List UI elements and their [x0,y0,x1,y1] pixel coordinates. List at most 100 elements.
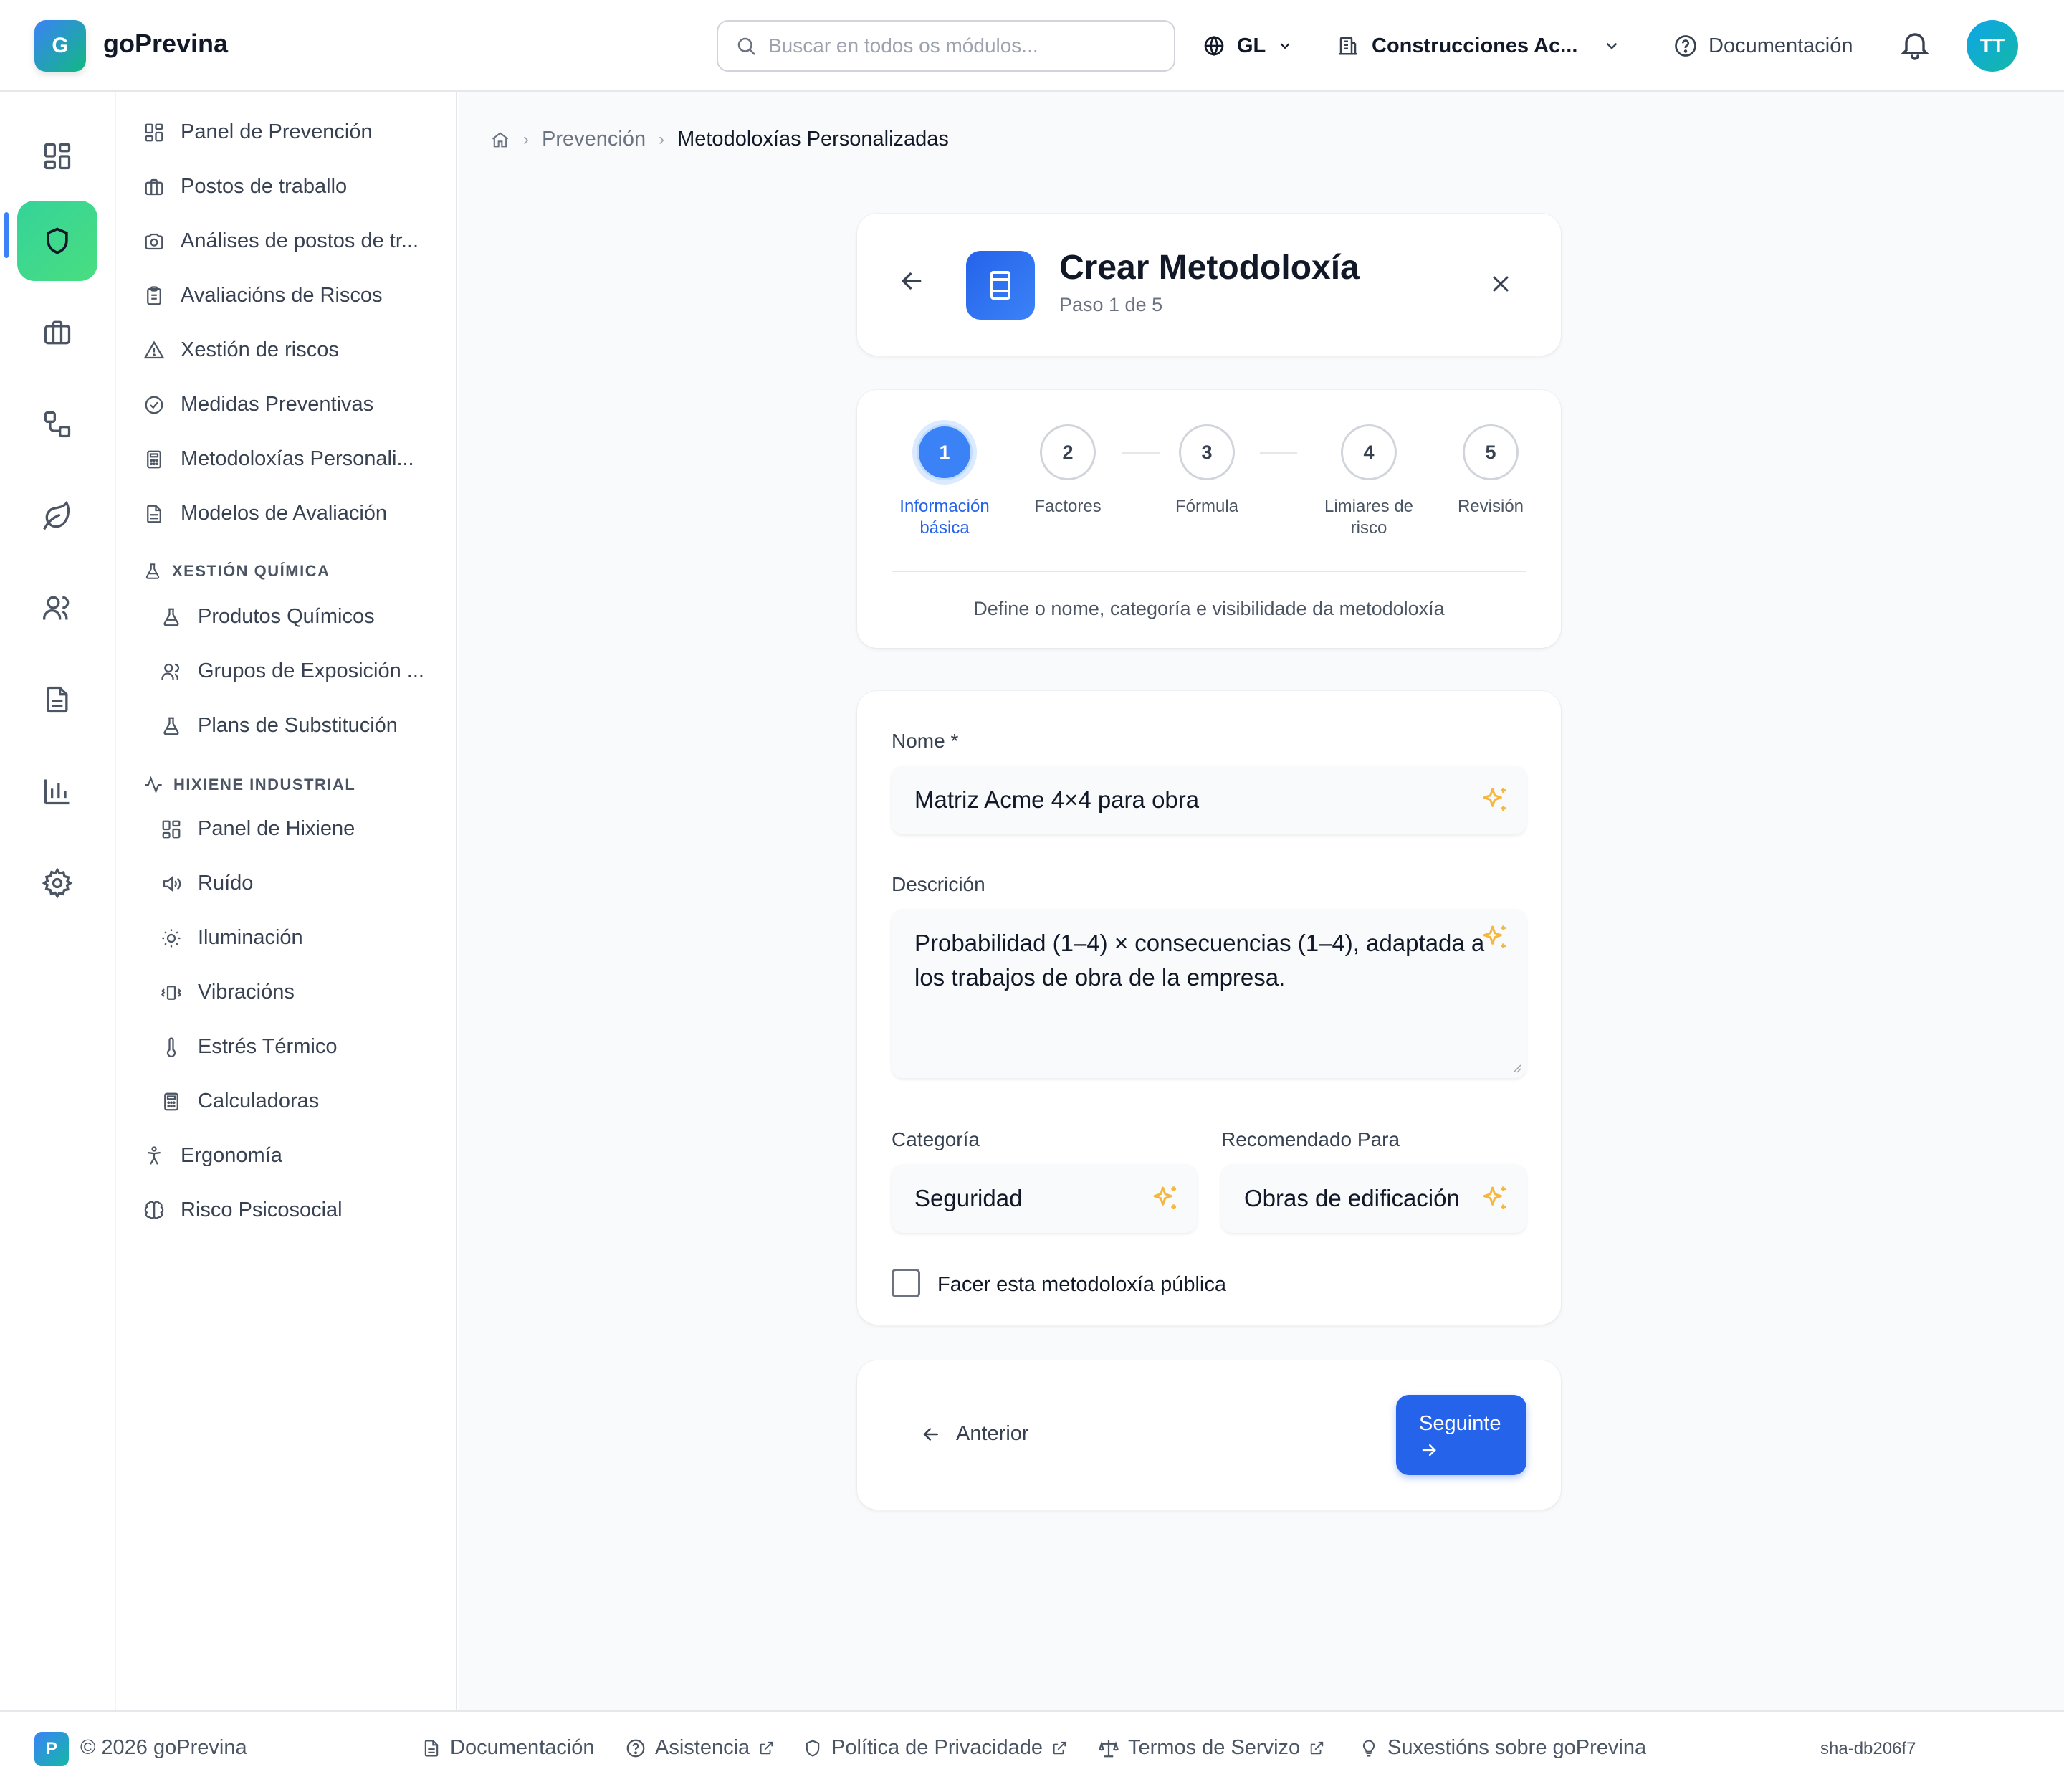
step-2[interactable]: 2 Factores [1003,424,1132,518]
step-3[interactable]: 3 Fórmula [1142,424,1271,518]
sidebar-item-ergonomia[interactable]: Ergonomía [143,1144,282,1168]
sidebar-item-estres-termico[interactable]: Estrés Térmico [161,1035,337,1059]
app-logo[interactable]: G [34,20,86,72]
top-header: G goPrevina GL Construcciones Ac... Docu… [0,0,2064,92]
users-icon [161,663,180,680]
document-icon [424,1739,439,1757]
company-name: Construcciones Ac... [1372,34,1578,57]
rail-workflow[interactable] [17,384,97,464]
sidebar-item-produtos[interactable]: Produtos Químicos [161,605,375,629]
sidebar-item-panel-prevencion[interactable]: Panel de Prevención [143,120,373,144]
footer-link-support[interactable]: Asistencia [625,1736,774,1760]
description-field[interactable]: Probabilidad (1–4) × consecuencias (1–4)… [892,909,1526,1078]
sparkles-icon[interactable] [1151,1184,1180,1213]
speaker-icon [163,875,181,892]
help-circle-icon [626,1739,645,1757]
sidebar-item-plans[interactable]: Plans de Substitución [161,714,398,738]
public-checkbox-label[interactable]: Facer esta metodoloxía pública [937,1273,1226,1297]
rail-environment[interactable] [17,476,97,556]
breadcrumb-link-prevencion[interactable]: Prevención [542,128,646,151]
search-input[interactable] [768,34,1141,57]
previous-button[interactable]: Anterior [920,1422,1029,1446]
resize-handle-icon[interactable] [1511,1062,1522,1074]
sidebar-item-vibracions[interactable]: Vibracións [161,981,295,1004]
section-hixiene-industrial[interactable]: HIXIENE INDUSTRIAL [143,775,355,795]
sidebar-item-postos[interactable]: Postos de traballo [143,175,347,199]
sidebar-item-avaliacions[interactable]: Avaliacións de Riscos [143,284,383,308]
sparkles-icon[interactable] [1481,786,1509,814]
scale-icon [1099,1740,1119,1757]
step-label: Fórmula [1175,497,1239,516]
build-version: sha-db206f7 [1820,1739,1916,1758]
sidebar-item-label: Estrés Térmico [198,1035,338,1058]
next-button[interactable]: Seguinte [1396,1395,1526,1475]
rail-reports[interactable] [17,751,97,831]
copyright-text: © 2026 goPrevina [80,1736,247,1759]
sidebar-item-calculadoras[interactable]: Calculadoras [161,1090,319,1113]
sidebar-item-modelos[interactable]: Modelos de Avaliación [143,502,387,525]
description-textarea[interactable]: Probabilidad (1–4) × consecuencias (1–4)… [914,926,1488,1041]
arrow-left-icon [901,272,922,290]
category-field[interactable]: Seguridad [892,1164,1197,1233]
rail-workstations[interactable] [17,292,97,373]
public-checkbox[interactable] [892,1269,920,1297]
name-field[interactable] [892,766,1526,834]
footer-link-suggestions[interactable]: Suxestións sobre goPrevina [1359,1736,1646,1760]
rail-settings[interactable] [17,843,97,923]
sidebar-item-grupos[interactable]: Grupos de Exposición ... [161,659,424,683]
rail-documents[interactable] [17,659,97,740]
footer-link-terms[interactable]: Termos de Servizo [1098,1736,1324,1760]
sidebar-item-label: Vibracións [198,981,295,1004]
step-5[interactable]: 5 Revisión [1426,424,1555,518]
footer-link-label: Asistencia [655,1736,750,1759]
footer-link-privacy[interactable]: Política de Privacidade [803,1736,1067,1760]
footer-link-documentation[interactable]: Documentación [421,1736,595,1760]
step-4[interactable]: 4 Limiares de risco [1304,424,1433,539]
close-button[interactable] [1488,271,1514,297]
section-xestion-quimica[interactable]: XESTIÓN QUÍMICA [143,562,330,581]
shield-icon [47,227,68,254]
category-label: Categoría [892,1128,980,1150]
sidebar-item-ruido[interactable]: Ruído [161,872,253,895]
breadcrumb: › Prevención › Metodoloxías Personalizad… [490,128,949,151]
notifications-button[interactable] [1898,27,1932,62]
rail-prevention[interactable] [17,201,97,281]
flask-icon [163,608,179,626]
app-name[interactable]: goPrevina [103,29,228,59]
sidebar-item-xestion-riscos[interactable]: Xestión de riscos [143,338,339,362]
leaf-icon [43,500,70,530]
step-1[interactable]: 1 Información básica [880,424,1009,539]
close-icon [1493,276,1509,292]
global-search[interactable] [717,20,1175,72]
sun-icon [162,929,181,947]
documentation-link[interactable]: Documentación [1673,26,1853,66]
sidebar-item-medidas[interactable]: Medidas Preventivas [143,393,373,416]
sidebar-item-psicosocial[interactable]: Risco Psicosocial [143,1198,343,1222]
sidebar-item-panel-hixiene[interactable]: Panel de Hixiene [161,817,355,841]
sparkles-icon[interactable] [1481,1184,1509,1213]
chevron-down-icon [1606,42,1618,49]
sidebar-item-analises[interactable]: Análises de postos de tr... [143,229,419,253]
back-button[interactable] [897,267,926,295]
step-connector [1260,452,1297,454]
sparkles-icon[interactable] [1481,923,1509,952]
home-icon[interactable] [490,130,510,150]
rail-dashboard[interactable] [17,116,97,196]
footer-link-label: Suxestións sobre goPrevina [1387,1736,1647,1759]
name-input[interactable] [914,786,1526,814]
company-selector[interactable]: Construcciones Ac... [1337,26,1624,66]
globe-icon [1204,35,1224,57]
language-selector[interactable]: GL [1203,26,1293,66]
recommended-field[interactable]: Obras de edificación [1221,1164,1526,1233]
sidebar-item-metodoloxias[interactable]: Metodoloxías Personali... [143,447,414,471]
sidebar-item-label: Avaliacións de Riscos [181,284,383,307]
breadcrumb-separator: › [659,129,665,149]
breadcrumb-current: Metodoloxías Personalizadas [677,128,949,151]
sidebar-item-label: Xestión de riscos [181,338,339,361]
basic-info-form: Nome * Descrición Probabilidad (1–4) × c… [857,691,1561,1325]
user-avatar[interactable]: TT [1967,20,2018,72]
rail-people[interactable] [17,568,97,648]
language-code: GL [1237,34,1266,57]
gear-icon [42,867,73,899]
sidebar-item-iluminacion[interactable]: Iluminación [161,926,303,950]
